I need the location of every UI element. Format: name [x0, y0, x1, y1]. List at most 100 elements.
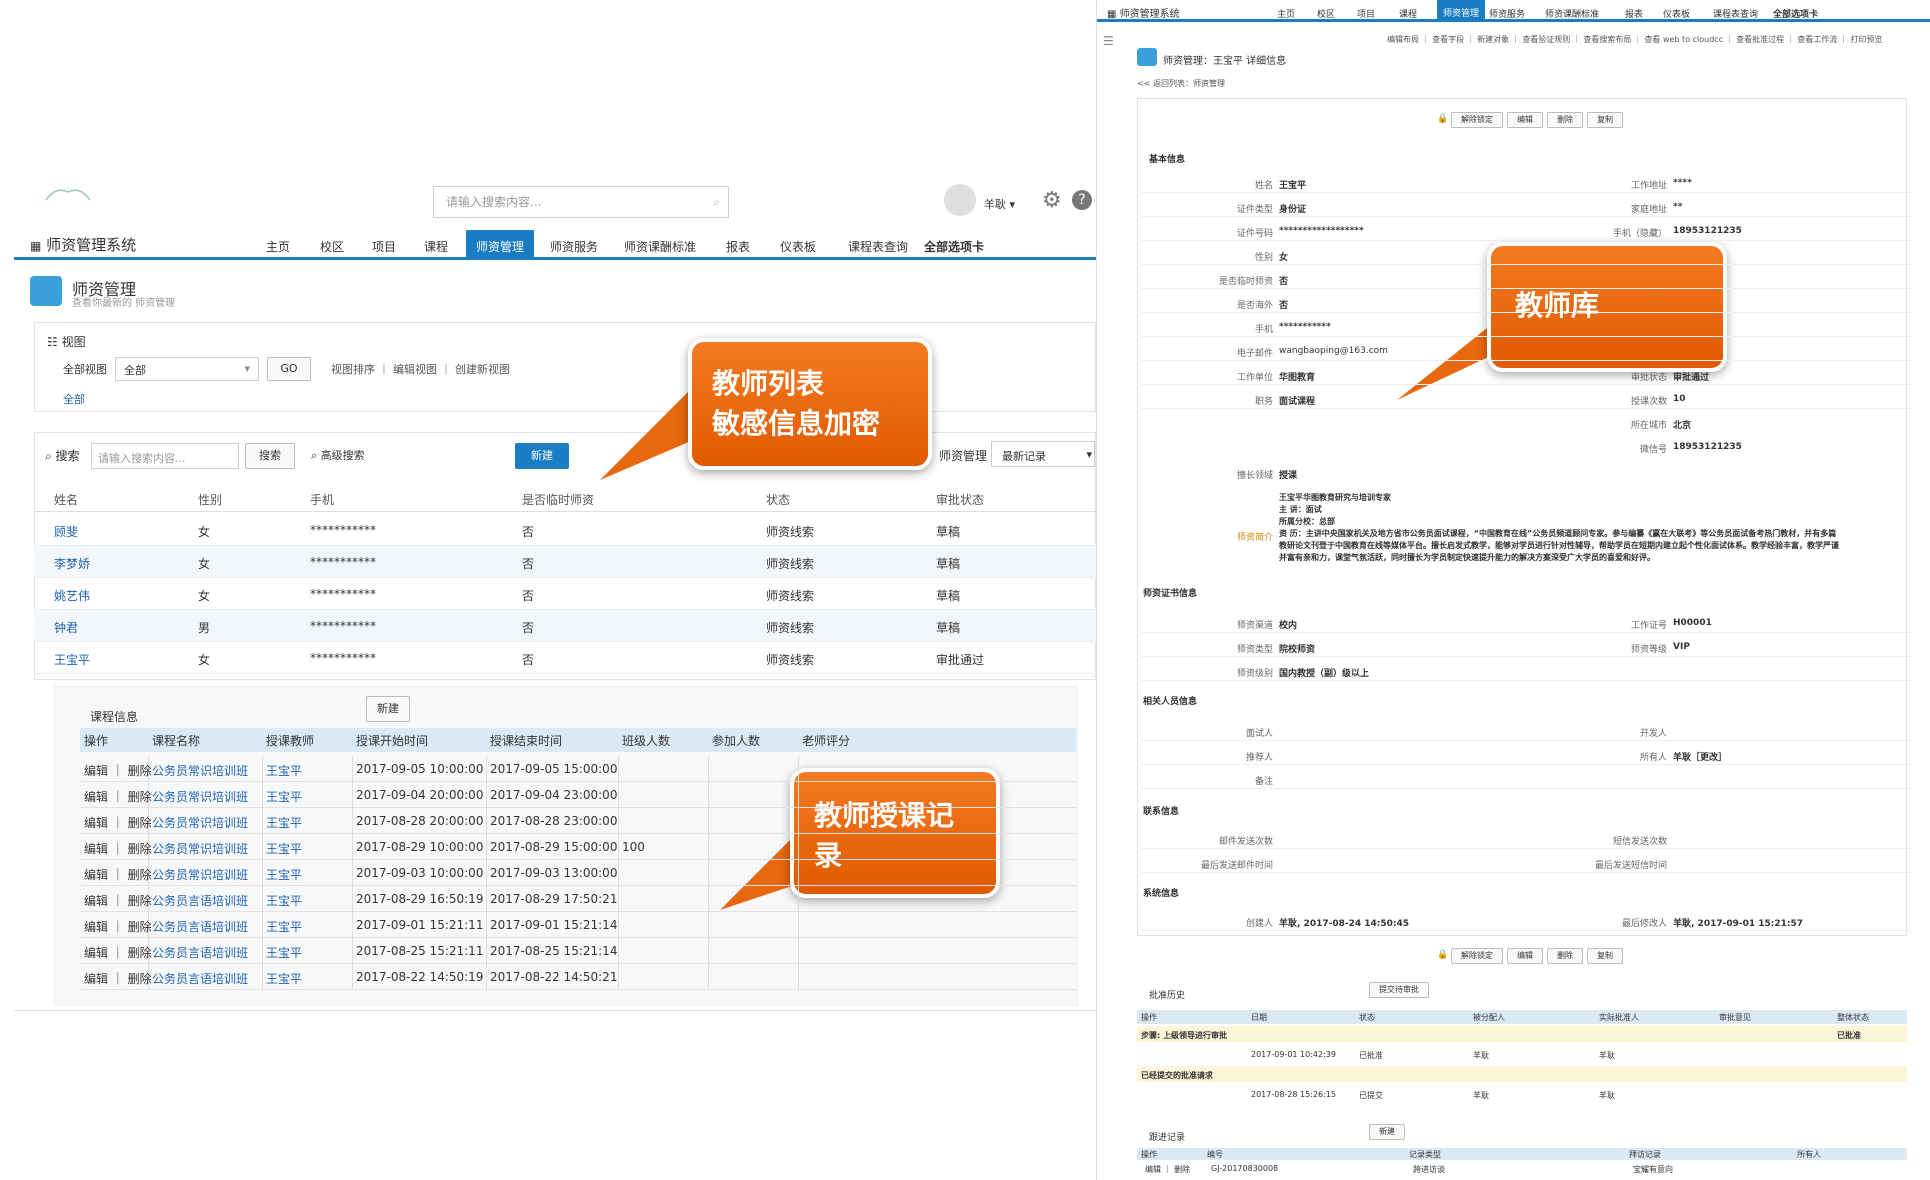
tab-schedule[interactable]: 课程表查询: [848, 238, 908, 255]
table-row[interactable]: 李梦娇 女 *********** 否 师资线索 草稿: [34, 546, 1096, 578]
teacher-link[interactable]: 王宝平: [266, 892, 302, 909]
course-name-link[interactable]: 公务员言语培训班: [152, 970, 248, 987]
teacher-link[interactable]: 王宝平: [266, 788, 302, 805]
edit-delete-actions[interactable]: 编辑 ｜ 删除: [84, 970, 152, 987]
teacher-name-link[interactable]: 王宝平: [54, 651, 90, 668]
follow-new-button[interactable]: 新建: [1369, 1124, 1405, 1140]
column-divider: [352, 782, 353, 808]
course-row: 编辑 ｜ 删除 公务员言语培训班 王宝平 2017-09-01 15:21:11 201…: [80, 912, 1076, 938]
tab-home[interactable]: 主页: [266, 238, 290, 255]
detail-tab[interactable]: 报表: [1625, 7, 1643, 20]
teacher-name-link[interactable]: 姚艺伟: [54, 587, 90, 604]
gear-icon[interactable]: ⚙: [1042, 188, 1062, 213]
edit-delete-actions[interactable]: 编辑 ｜ 删除: [84, 944, 152, 961]
tab-project[interactable]: 项目: [372, 238, 396, 255]
course-name-link[interactable]: 公务员常识培训班: [152, 866, 248, 883]
course-name-link[interactable]: 公务员常识培训班: [152, 788, 248, 805]
tab-teacher[interactable]: 师资管理: [466, 230, 535, 257]
teacher-link[interactable]: 王宝平: [266, 866, 302, 883]
course-name-link[interactable]: 公务员常识培训班: [152, 814, 248, 831]
detail-tab[interactable]: 课程: [1399, 7, 1417, 20]
teacher-link[interactable]: 王宝平: [266, 944, 302, 961]
detail-tab[interactable]: 全部选项卡: [1773, 7, 1818, 20]
list-search-input[interactable]: 请输入搜索内容...: [91, 443, 239, 469]
all-link[interactable]: 全部: [63, 391, 85, 407]
advanced-search-link[interactable]: ⌕ 高级搜索: [311, 447, 365, 463]
menu-icon[interactable]: ☰: [1103, 34, 1114, 48]
submit-approval-button[interactable]: 提交待审批: [1369, 982, 1429, 998]
view-select[interactable]: 全部 ▾: [115, 357, 259, 381]
detail-links[interactable]: 编辑布局 ｜ 查看字段 ｜ 新建对象 ｜ 查看验证规则 ｜ 查看搜索布局 ｜ 查…: [1387, 34, 1882, 45]
approval-step: 步骤: 上级领导进行审批: [1141, 1031, 1227, 1040]
edit-delete-actions[interactable]: 编辑 ｜ 删除: [84, 918, 152, 935]
user-menu[interactable]: 羊耿 ▾: [984, 196, 1015, 212]
detail-bottom-button[interactable]: 编辑: [1507, 948, 1543, 964]
global-search-input[interactable]: 请输入搜索内容... ⌕: [433, 186, 729, 218]
edit-delete-actions[interactable]: 编辑 ｜ 删除: [84, 892, 152, 909]
tab-dashboard[interactable]: 仪表板: [780, 238, 816, 255]
back-link[interactable]: << 返回列表：师资管理: [1137, 78, 1225, 89]
detail-top-button[interactable]: 删除: [1547, 112, 1583, 128]
end-time: 2017-08-22 14:50:21: [490, 970, 618, 984]
detail-tab[interactable]: 仪表板: [1663, 7, 1690, 20]
field-value[interactable]: 羊耿［更改］: [1673, 750, 1727, 763]
detail-tab[interactable]: 课程表查询: [1713, 7, 1758, 20]
teacher-name-link[interactable]: 顾斐: [54, 523, 78, 540]
edit-delete-actions[interactable]: 编辑 ｜ 删除: [84, 814, 152, 831]
help-icon[interactable]: ?: [1072, 190, 1092, 210]
edit-delete-actions[interactable]: 编辑 ｜ 删除: [84, 866, 152, 883]
table-row[interactable]: 钟君 男 *********** 否 师资线索 草稿: [34, 610, 1096, 642]
field-divider: [1141, 288, 1911, 289]
table-row[interactable]: 王宝平 女 *********** 否 师资线索 审批通过: [34, 642, 1096, 674]
teacher-name-link[interactable]: 钟君: [54, 619, 78, 636]
recent-select[interactable]: 最新记录 ▾: [991, 441, 1095, 467]
table-cell: 女: [198, 653, 211, 667]
follow-cell[interactable]: GJ-20170830008: [1211, 1164, 1278, 1173]
course-name-link[interactable]: 公务员常识培训班: [152, 840, 248, 857]
detail-bottom-button[interactable]: 复制: [1587, 948, 1623, 964]
tab-fee-standard[interactable]: 师资课酬标准: [624, 238, 696, 255]
teacher-link[interactable]: 王宝平: [266, 840, 302, 857]
tab-report[interactable]: 报表: [726, 238, 750, 255]
detail-tab[interactable]: 师资服务: [1489, 7, 1525, 20]
new-teacher-button[interactable]: 新建: [515, 443, 569, 469]
detail-bottom-button[interactable]: 删除: [1547, 948, 1583, 964]
avatar[interactable]: [944, 184, 976, 216]
detail-top-button[interactable]: 复制: [1587, 112, 1623, 128]
detail-tab[interactable]: 项目: [1357, 7, 1375, 20]
detail-bottom-button[interactable]: 解除锁定: [1451, 948, 1503, 964]
field-label: 工作地址: [1630, 181, 1667, 191]
tab-all[interactable]: 全部选项卡: [924, 238, 984, 255]
edit-delete-actions[interactable]: 编辑 ｜ 删除: [84, 788, 152, 805]
course-new-button[interactable]: 新建: [366, 696, 410, 722]
edit-delete-actions[interactable]: 编辑 ｜ 删除: [84, 762, 152, 779]
tab-campus[interactable]: 校区: [320, 238, 344, 255]
teacher-link[interactable]: 王宝平: [266, 762, 302, 779]
search-button[interactable]: 搜索: [245, 443, 295, 469]
go-button[interactable]: GO: [267, 357, 311, 381]
table-row[interactable]: 顾斐 女 *********** 否 师资线索 草稿: [34, 514, 1096, 546]
tab-course[interactable]: 课程: [424, 238, 448, 255]
edit-delete-actions[interactable]: 编辑 ｜ 删除: [84, 840, 152, 857]
course-name-link[interactable]: 公务员言语培训班: [152, 918, 248, 935]
detail-tab[interactable]: 师资课酬标准: [1545, 7, 1599, 20]
table-row[interactable]: 姚艺伟 女 *********** 否 师资线索 草稿: [34, 578, 1096, 610]
course-name-link[interactable]: 公务员言语培训班: [152, 944, 248, 961]
detail-tab[interactable]: 师资管理: [1437, 0, 1486, 19]
course-name-link[interactable]: 公务员常识培训班: [152, 762, 248, 779]
teacher-link[interactable]: 王宝平: [266, 814, 302, 831]
view-links[interactable]: 视图排序 ｜ 编辑视图 ｜ 创建新视图: [331, 361, 510, 377]
field-value[interactable]: wangbaoping@163.com: [1279, 346, 1388, 356]
detail-top-button[interactable]: 编辑: [1507, 112, 1543, 128]
detail-tab[interactable]: 主页: [1277, 7, 1295, 20]
detail-top-button[interactable]: 解除锁定: [1451, 112, 1503, 128]
teacher-name-link[interactable]: 李梦娇: [54, 555, 90, 572]
field-label: 面试人: [1245, 729, 1273, 739]
course-name-link[interactable]: 公务员言语培训班: [152, 892, 248, 909]
detail-tab[interactable]: 校区: [1317, 7, 1335, 20]
table-cell: ***********: [310, 619, 376, 633]
tab-teacher-service[interactable]: 师资服务: [550, 238, 598, 255]
teacher-link[interactable]: 王宝平: [266, 918, 302, 935]
teacher-link[interactable]: 王宝平: [266, 970, 302, 987]
edit-delete-actions[interactable]: 编辑 ｜ 删除: [1145, 1164, 1190, 1175]
